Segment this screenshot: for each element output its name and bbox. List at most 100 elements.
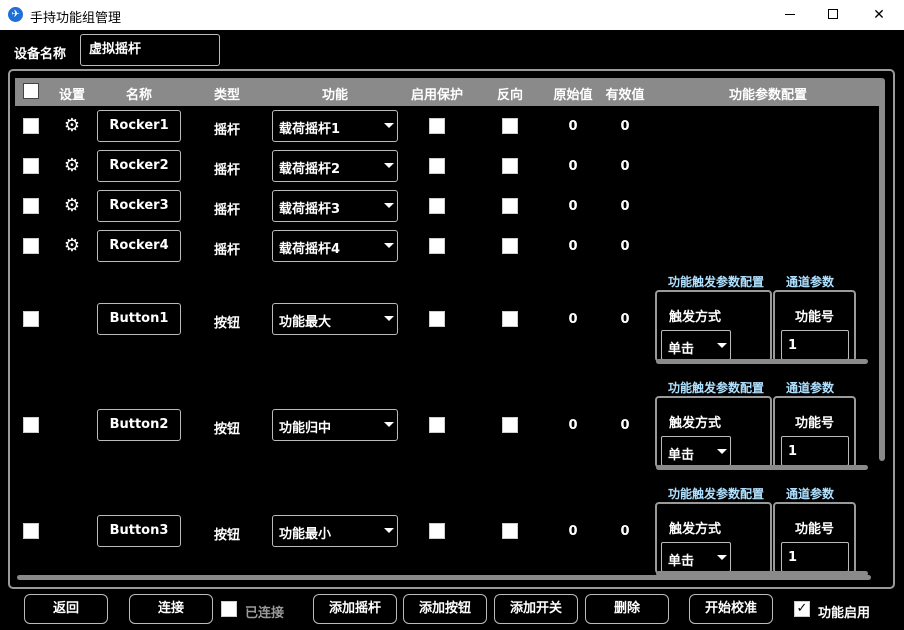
row-type: 摇杆 — [213, 203, 241, 218]
header-function-params: 功能参数配置 — [728, 88, 808, 103]
config-scrollbar[interactable] — [656, 571, 868, 576]
gear-icon[interactable]: ⚙ — [62, 156, 82, 176]
header-reverse: 反向 — [496, 88, 524, 103]
trigger-mode-value: 单击 — [668, 554, 695, 569]
raw-value: 0 — [568, 524, 578, 539]
row-name-field[interactable]: Rocker1 — [97, 110, 181, 142]
header-type: 类型 — [213, 88, 241, 103]
connect-button[interactable]: 连接 — [129, 594, 213, 624]
function-select[interactable]: 载荷摇杆3 — [272, 190, 398, 222]
row-name-field[interactable]: Button3 — [97, 515, 181, 547]
config-scrollbar[interactable] — [656, 465, 868, 470]
add-button-button[interactable]: 添加按钮 — [403, 594, 487, 624]
header-raw-value: 原始值 — [553, 88, 593, 103]
gear-icon[interactable]: ⚙ — [62, 116, 82, 136]
protect-checkbox[interactable] — [429, 198, 445, 214]
row-name-field[interactable]: Rocker4 — [97, 230, 181, 262]
row-checkbox[interactable] — [23, 158, 39, 174]
raw-value: 0 — [568, 239, 578, 254]
function-number-label: 功能号 — [795, 416, 835, 431]
protect-checkbox[interactable] — [429, 238, 445, 254]
app-logo-icon: ✈ — [8, 7, 23, 22]
channel-params-title: 通道参数 — [786, 275, 835, 289]
function-enable-checkbox[interactable]: ✓ — [794, 601, 810, 617]
function-select[interactable]: 功能最大 — [272, 303, 398, 335]
back-button[interactable]: 返回 — [24, 594, 108, 624]
chevron-down-icon — [384, 123, 394, 128]
function-number-value: 1 — [788, 550, 798, 565]
function-number-input[interactable]: 1 — [781, 330, 849, 360]
reverse-checkbox[interactable] — [502, 523, 518, 539]
function-number-value: 1 — [788, 338, 798, 353]
connected-checkbox[interactable] — [221, 601, 237, 617]
row-checkbox[interactable] — [23, 523, 39, 539]
row-name-field[interactable]: Rocker3 — [97, 190, 181, 222]
reverse-checkbox[interactable] — [502, 311, 518, 327]
gear-icon[interactable]: ⚙ — [62, 236, 82, 256]
row-checkbox[interactable] — [23, 238, 39, 254]
reverse-checkbox[interactable] — [502, 118, 518, 134]
row-checkbox[interactable] — [23, 118, 39, 134]
row-type: 摇杆 — [213, 243, 241, 258]
reverse-checkbox[interactable] — [502, 417, 518, 433]
protect-checkbox[interactable] — [429, 311, 445, 327]
function-number-input[interactable]: 1 — [781, 542, 849, 572]
config-scrollbar[interactable] — [656, 359, 868, 364]
start-calibration-button[interactable]: 开始校准 — [689, 594, 773, 624]
protect-checkbox[interactable] — [429, 158, 445, 174]
header-effective-value: 有效值 — [605, 88, 645, 103]
protect-checkbox[interactable] — [429, 118, 445, 134]
function-number-input[interactable]: 1 — [781, 436, 849, 466]
protect-checkbox[interactable] — [429, 417, 445, 433]
reverse-checkbox[interactable] — [502, 198, 518, 214]
select-all-checkbox[interactable] — [23, 83, 39, 99]
reverse-checkbox[interactable] — [502, 158, 518, 174]
function-select[interactable]: 载荷摇杆1 — [272, 110, 398, 142]
function-select-value: 载荷摇杆3 — [279, 202, 341, 217]
row-type: 摇杆 — [213, 163, 241, 178]
chevron-down-icon — [717, 343, 727, 348]
maximize-icon — [828, 9, 838, 19]
row-type: 按钮 — [213, 422, 241, 437]
effective-value: 0 — [620, 312, 630, 327]
trigger-mode-select[interactable]: 单击 — [661, 542, 731, 572]
gear-icon[interactable]: ⚙ — [62, 196, 82, 216]
trigger-config-title: 功能触发参数配置 — [668, 381, 765, 395]
row-name-field[interactable]: Button1 — [97, 303, 181, 335]
row-name-field[interactable]: Rocker2 — [97, 150, 181, 182]
function-select-value: 功能最大 — [279, 315, 332, 330]
delete-button[interactable]: 删除 — [585, 594, 669, 624]
device-name-input[interactable]: 虚拟摇杆 — [80, 34, 220, 66]
chevron-down-icon — [717, 555, 727, 560]
trigger-mode-label: 触发方式 — [669, 310, 722, 325]
maximize-button[interactable] — [810, 0, 856, 30]
function-number-label: 功能号 — [795, 522, 835, 537]
row-checkbox[interactable] — [23, 198, 39, 214]
function-number-value: 1 — [788, 444, 798, 459]
reverse-checkbox[interactable] — [502, 238, 518, 254]
trigger-mode-select[interactable]: 单击 — [661, 330, 731, 360]
function-select-value: 功能最小 — [279, 527, 332, 542]
row-type: 按钮 — [213, 528, 241, 543]
raw-value: 0 — [568, 159, 578, 174]
row-checkbox[interactable] — [23, 417, 39, 433]
row-type: 按钮 — [213, 316, 241, 331]
function-select[interactable]: 功能最小 — [272, 515, 398, 547]
close-button[interactable]: ✕ — [856, 0, 902, 30]
vertical-scrollbar[interactable] — [879, 78, 885, 461]
function-select[interactable]: 功能归中 — [272, 409, 398, 441]
function-select[interactable]: 载荷摇杆2 — [272, 150, 398, 182]
protect-checkbox[interactable] — [429, 523, 445, 539]
header-function: 功能 — [321, 88, 349, 103]
trigger-mode-label: 触发方式 — [669, 522, 722, 537]
add-rocker-button[interactable]: 添加摇杆 — [313, 594, 397, 624]
header-name: 名称 — [125, 88, 153, 103]
row-name-field[interactable]: Button2 — [97, 409, 181, 441]
function-select[interactable]: 载荷摇杆4 — [272, 230, 398, 262]
row-checkbox[interactable] — [23, 311, 39, 327]
minimize-button[interactable] — [767, 0, 813, 30]
add-switch-button[interactable]: 添加开关 — [494, 594, 578, 624]
effective-value: 0 — [620, 418, 630, 433]
trigger-mode-select[interactable]: 单击 — [661, 436, 731, 466]
chevron-down-icon — [384, 528, 394, 533]
